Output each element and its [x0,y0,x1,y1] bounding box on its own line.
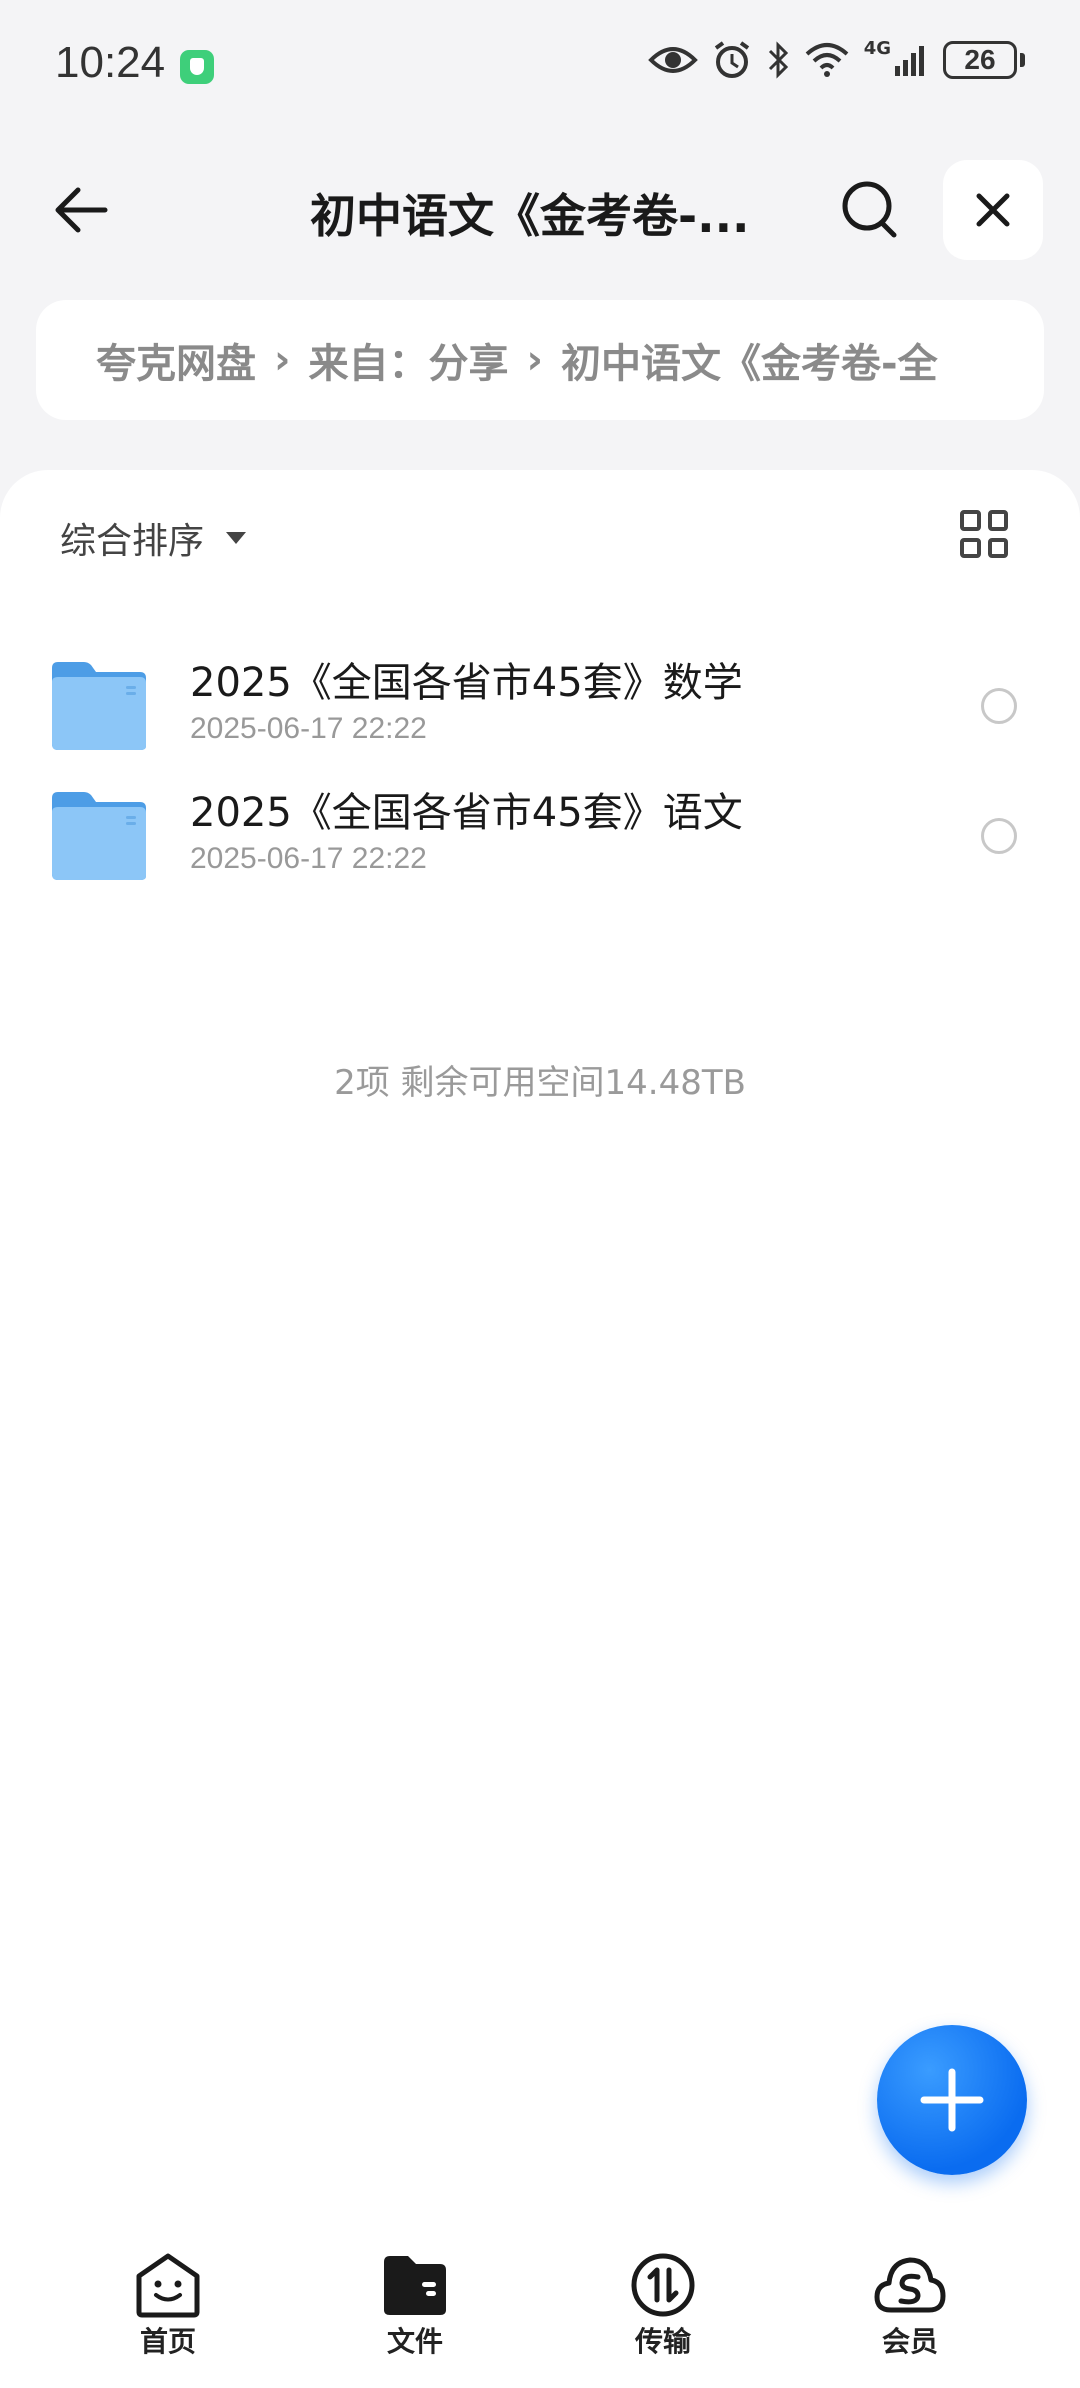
tab-transfer-label: 传输 [634,2325,691,2358]
battery-level: 26 [943,41,1017,79]
list-item[interactable]: 2025《全国各省市45套》语文 2025-06-17 22:22 [0,750,1080,920]
file-date: 2025-06-17 22:22 [190,842,427,875]
bottom-tab-bar: 首页 文件 传输 会员 [0,2230,1080,2388]
close-icon [976,193,1010,227]
file-name: 2025《全国各省市45套》语文 [190,790,743,836]
grid-view-toggle[interactable] [960,510,1008,558]
transfer-icon [631,2253,695,2317]
search-button[interactable] [830,170,910,250]
folder-file-icon [384,2256,446,2315]
close-button[interactable] [943,160,1043,260]
system-icons: 4G 26 [647,37,1025,80]
arrow-left-icon [55,187,108,233]
top-app-bar: 初中语文《金考卷-... [0,150,1080,270]
chevron-right-icon: › [526,337,543,383]
folder-icon [52,662,146,750]
signal-icon [895,46,924,76]
folder-icon [52,792,146,880]
status-bar: 10:24 4G 26 [0,0,1080,135]
tab-files-label: 文件 [386,2325,443,2358]
eye-icon [647,47,698,73]
page-title: 初中语文《金考卷-... [310,189,750,243]
home-face-icon [136,2253,200,2318]
select-checkbox[interactable] [981,818,1017,854]
tab-member-label: 会员 [881,2325,938,2358]
tab-member[interactable]: 会员 [840,2252,980,2360]
select-checkbox[interactable] [981,688,1017,724]
sort-label: 综合排序 [60,521,205,562]
alarm-icon [714,41,749,78]
sort-dropdown[interactable]: 综合排序 [60,512,247,564]
breadcrumb: 夸克网盘 › 来自：分享 › 初中语文《金考卷-全 [36,300,1044,420]
network-type-label: 4G [863,37,891,59]
wifi-icon [805,43,849,77]
file-date: 2025-06-17 22:22 [190,712,427,745]
file-name: 2025《全国各省市45套》数学 [190,660,743,706]
breadcrumb-item-root[interactable]: 夸克网盘 [96,331,256,389]
status-time: 10:24 [55,38,166,87]
tab-files[interactable]: 文件 [345,2252,485,2360]
caret-down-icon [226,532,247,544]
tab-home-label: 首页 [139,2325,196,2358]
bluetooth-icon [768,41,788,79]
chevron-right-icon: › [274,337,291,383]
storage-summary: 2项 剩余可用空间14.48TB [334,1063,746,1103]
breadcrumb-item-current[interactable]: 初中语文《金考卷-全 [561,331,938,389]
back-button[interactable] [40,170,120,250]
search-icon [842,181,897,238]
add-button[interactable] [877,2025,1027,2175]
tab-home[interactable]: 首页 [98,2252,238,2360]
vpn-shield-icon [180,50,214,84]
breadcrumb-item-share[interactable]: 来自：分享 [308,331,508,389]
battery-indicator: 26 [943,41,1025,79]
plus-icon [920,2068,984,2132]
cloud-member-icon [874,2257,946,2313]
tab-transfer[interactable]: 传输 [593,2252,733,2360]
